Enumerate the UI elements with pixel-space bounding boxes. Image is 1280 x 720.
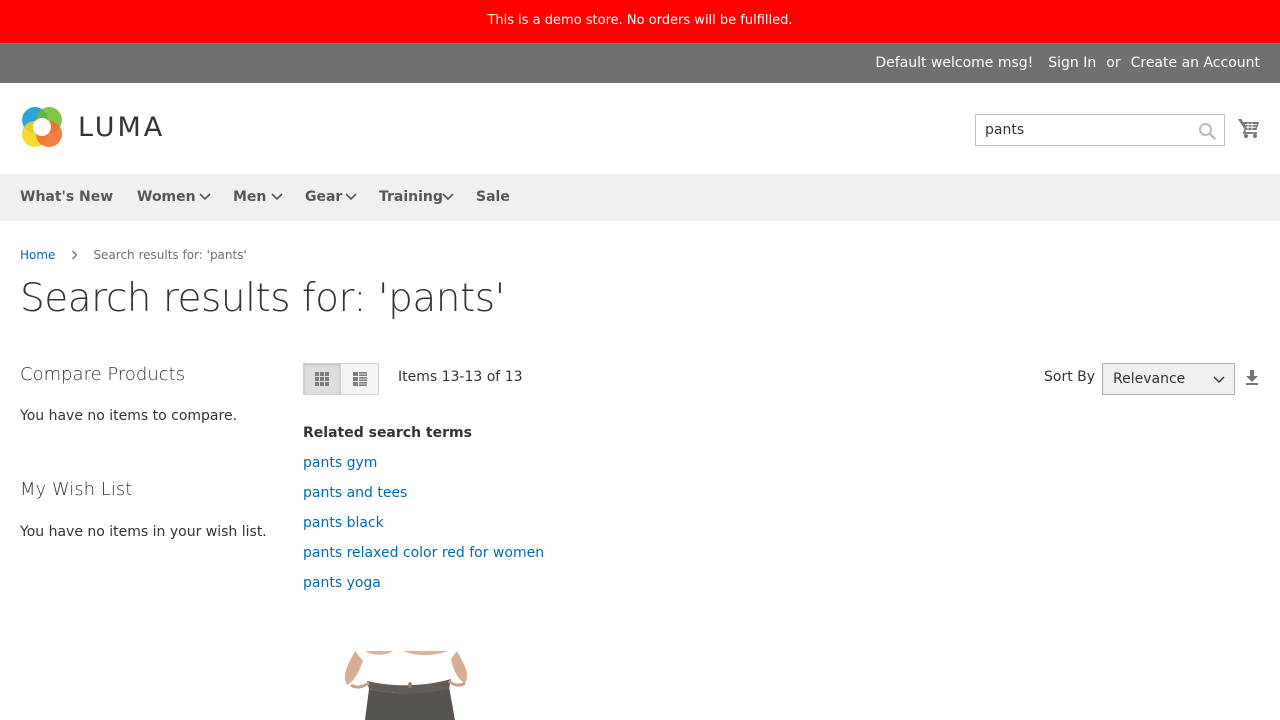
nav-item-women[interactable]: Women (137, 174, 213, 221)
list-icon (352, 372, 367, 386)
cart-icon[interactable] (1237, 116, 1261, 140)
compare-products-title: Compare Products (20, 364, 186, 385)
pants-product-photo (303, 651, 523, 720)
search-icon[interactable] (1198, 122, 1216, 140)
nav-item-label: Women (137, 189, 196, 205)
chevron-down-icon (345, 193, 357, 201)
sort-by-select[interactable]: Relevance (1102, 363, 1235, 395)
view-mode-toggle (303, 363, 379, 395)
related-term-link[interactable]: pants gym (303, 455, 377, 471)
main-navigation: What's New Women Men Gear Training Sale (0, 174, 1280, 221)
nav-item-label: Gear (305, 189, 343, 205)
panel-header: Default welcome msg! Sign In or Create a… (0, 43, 1280, 83)
nav-item-label: Sale (476, 189, 510, 205)
nav-item-whats-new[interactable]: What's New (20, 174, 113, 221)
list-view-button[interactable] (341, 363, 379, 395)
nav-item-men[interactable]: Men (233, 174, 285, 221)
chevron-down-icon (442, 193, 454, 201)
product-image[interactable] (303, 651, 523, 720)
related-term-link[interactable]: pants black (303, 515, 384, 531)
demo-store-notice: This is a demo store. No orders will be … (0, 0, 1280, 43)
nav-item-label: Training (379, 189, 443, 205)
wishlist-empty-message: You have no items in your wish list. (20, 524, 267, 540)
sort-direction-arrow-icon[interactable] (1245, 369, 1259, 385)
breadcrumb-current: Search results for: 'pants' (93, 248, 247, 262)
compare-empty-message: You have no items to compare. (20, 408, 238, 424)
search-form (975, 114, 1225, 146)
nav-item-label: What's New (20, 189, 114, 205)
grid-icon (315, 372, 329, 386)
sort-by-label: Sort By (1044, 369, 1096, 385)
logo-text: LUMA (78, 111, 166, 143)
sort-by-value: Relevance (1113, 371, 1186, 387)
create-account-link[interactable]: Create an Account (1131, 55, 1260, 71)
nav-item-training[interactable]: Training (379, 174, 456, 221)
or-separator: or (1106, 55, 1121, 71)
chevron-down-icon (1213, 376, 1225, 383)
page-title: Search results for: 'pants' (20, 276, 505, 321)
chevron-right-icon (72, 250, 78, 260)
related-term-link[interactable]: pants and tees (303, 485, 407, 501)
grid-view-button[interactable] (303, 363, 341, 395)
luma-logo-icon (22, 107, 62, 147)
related-term-link[interactable]: pants relaxed color red for women (303, 545, 544, 561)
sign-in-link[interactable]: Sign In (1048, 55, 1096, 71)
breadcrumb: Home Search results for: 'pants' (20, 246, 247, 264)
nav-item-label: Men (233, 189, 267, 205)
toolbar-item-count: Items 13-13 of 13 (398, 369, 523, 385)
wishlist-title: My Wish List (20, 479, 133, 500)
chevron-down-icon (271, 193, 283, 201)
nav-item-sale[interactable]: Sale (476, 174, 510, 221)
welcome-message: Default welcome msg! (875, 55, 1034, 71)
related-term-link[interactable]: pants yoga (303, 575, 381, 591)
store-logo[interactable]: LUMA (20, 105, 165, 149)
search-input[interactable] (976, 115, 1186, 145)
nav-item-gear[interactable]: Gear (305, 174, 359, 221)
header-links: Default welcome msg! Sign In or Create a… (875, 43, 1260, 83)
breadcrumb-home-link[interactable]: Home (20, 248, 55, 262)
chevron-down-icon (199, 193, 211, 201)
related-search-terms-title: Related search terms (303, 425, 472, 441)
